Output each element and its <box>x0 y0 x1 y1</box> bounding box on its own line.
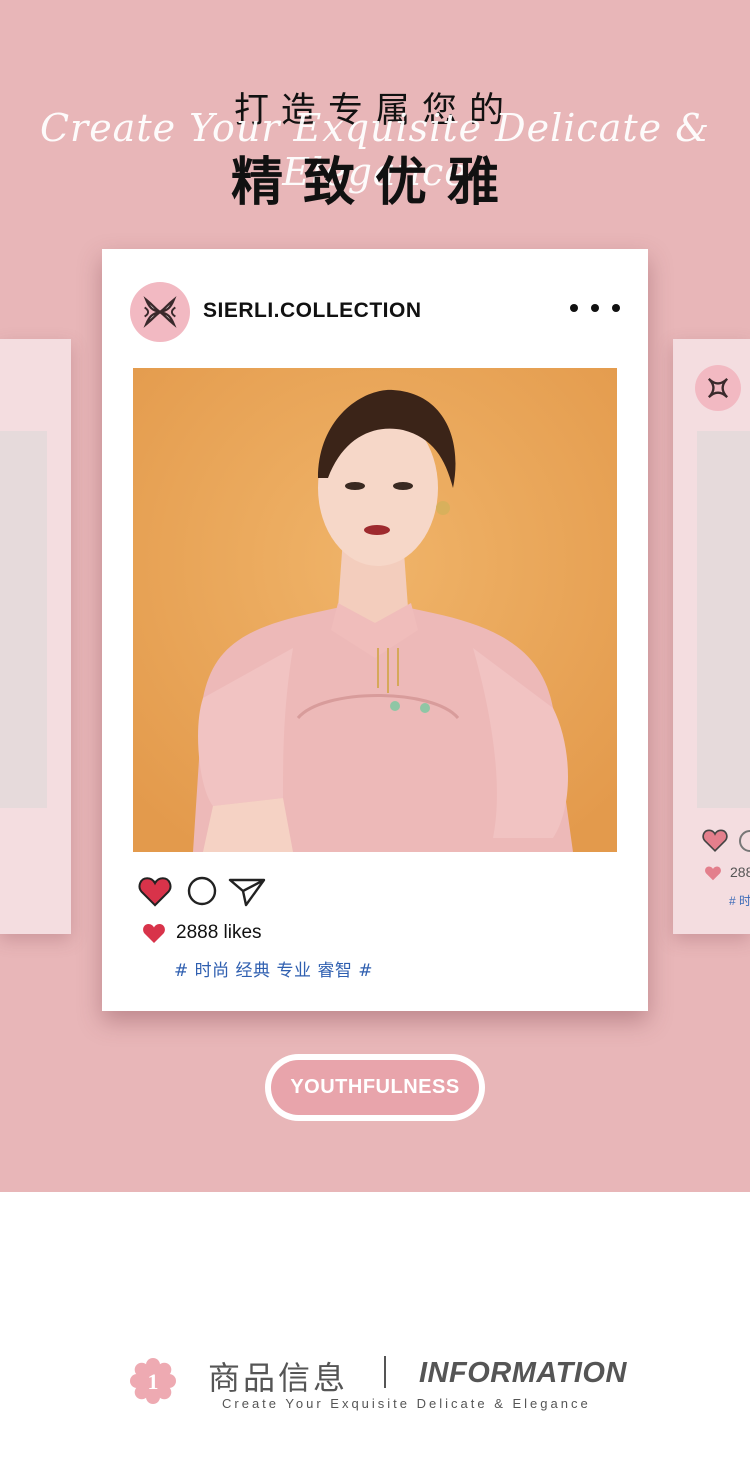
post-username[interactable]: SIERLI.COLLECTION <box>203 299 422 323</box>
headline-line-2: 精致优雅 <box>230 153 519 213</box>
side-post-card-left[interactable] <box>0 339 71 934</box>
side-post-avatar <box>695 365 741 411</box>
likes-count: 2888 likes <box>176 922 262 943</box>
comment-icon[interactable] <box>739 830 750 852</box>
comment-icon[interactable] <box>187 876 217 906</box>
flower-number-icon: 1 <box>130 1358 176 1404</box>
heart-icon <box>705 866 721 881</box>
section-subtitle: Create Your Exquisite Delicate & Eleganc… <box>222 1396 591 1411</box>
post-card: SIERLI.COLLECTION 2888 likes # 时尚 经典 专业 … <box>102 249 648 1011</box>
heart-icon[interactable] <box>138 875 172 907</box>
model-photo-illustration <box>133 368 617 852</box>
side-post-likes: 2888 likes <box>730 864 750 880</box>
side-post-photo <box>697 431 750 808</box>
heart-icon <box>143 924 165 943</box>
brand-logo-icon <box>143 296 177 328</box>
more-dots-icon[interactable] <box>570 296 620 320</box>
youthfulness-tag-button[interactable]: YOUTHFULNESS <box>265 1054 485 1121</box>
model-photo <box>133 368 617 852</box>
heart-icon[interactable] <box>702 828 728 852</box>
brand-logo-icon <box>707 377 729 399</box>
section-divider <box>384 1356 386 1388</box>
post-hashtags[interactable]: # 时尚 经典 专业 睿智 # <box>174 956 373 981</box>
send-icon[interactable] <box>227 876 267 908</box>
tag-button-label: YOUTHFULNESS <box>271 1060 479 1115</box>
avatar[interactable] <box>130 282 190 342</box>
side-post-photo <box>0 431 47 808</box>
side-post-hashtags: # 时 <box>729 894 750 908</box>
section-title-en: INFORMATION <box>419 1357 627 1389</box>
side-post-card-right[interactable]: 2888 likes # 时 <box>673 339 750 934</box>
section-title-cn: 商品信息 <box>208 1359 349 1397</box>
hero-section: 打造专属您的 Create Your Exquisite Delicate & … <box>0 0 750 1192</box>
section-number: 1 <box>148 1369 159 1394</box>
